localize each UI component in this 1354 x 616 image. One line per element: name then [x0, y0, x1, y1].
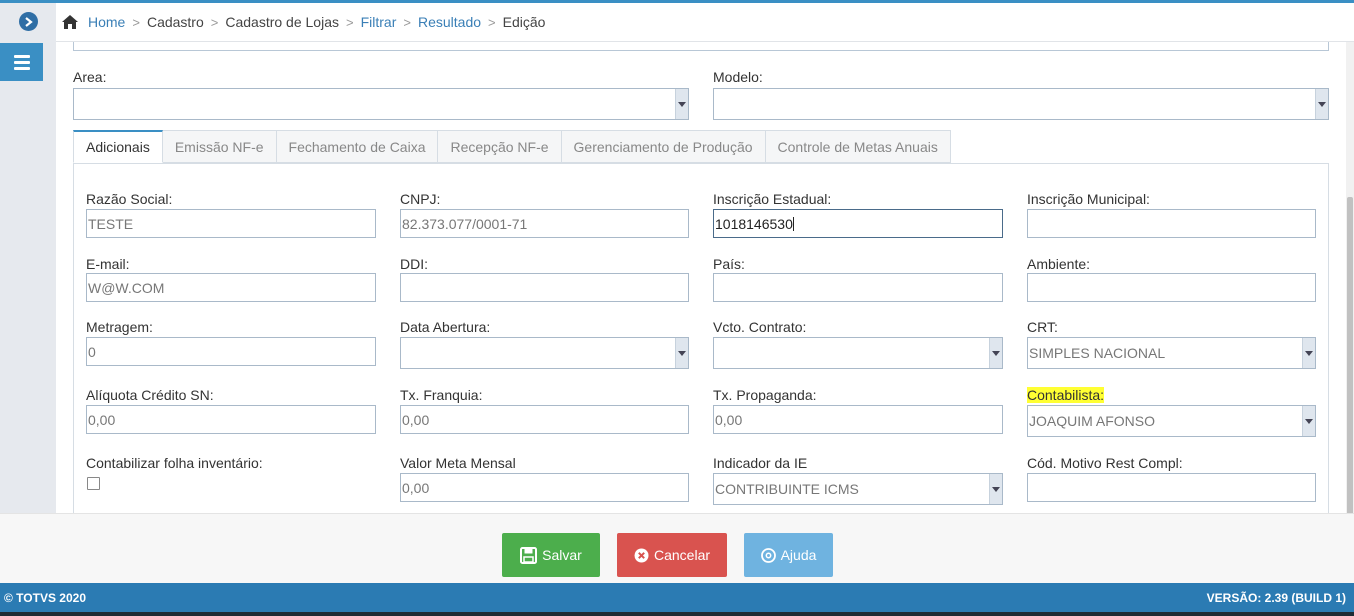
pais-input[interactable]	[713, 273, 1003, 302]
breadcrumb-home[interactable]: Home	[88, 14, 125, 30]
inscricao-estadual-value: 1018146530	[715, 216, 793, 232]
hamburger-menu-icon[interactable]	[0, 43, 43, 81]
tx-franquia-label: Tx. Franquia:	[400, 387, 483, 403]
contabilista-select[interactable]: JOAQUIM AFONSO	[1027, 405, 1316, 437]
valor-meta-mensal-label: Valor Meta Mensal	[400, 455, 516, 471]
chevron-down-icon[interactable]	[675, 89, 688, 119]
floppy-disk-icon	[520, 546, 538, 564]
breadcrumb-separator: >	[132, 14, 140, 30]
chevron-down-icon[interactable]	[1302, 406, 1315, 436]
tab-fechamento-caixa[interactable]: Fechamento de Caixa	[276, 130, 439, 163]
breadcrumb-separator: >	[488, 14, 496, 30]
tab-emissao-nfe[interactable]: Emissão NF-e	[162, 130, 277, 163]
tab-adicionais[interactable]: Adicionais	[73, 130, 163, 163]
chevron-down-icon[interactable]	[989, 338, 1002, 368]
tx-franquia-input[interactable]: 0,00	[400, 405, 689, 434]
bottom-strip	[0, 612, 1354, 616]
metragem-input[interactable]: 0	[86, 337, 376, 366]
inscricao-estadual-label: Inscrição Estadual:	[713, 191, 832, 207]
cnpj-input[interactable]: 82.373.077/0001-71	[400, 209, 689, 238]
breadcrumb: Home > Cadastro > Cadastro de Lojas > Fi…	[56, 3, 1354, 42]
area-select[interactable]	[73, 88, 689, 120]
tx-propaganda-input[interactable]: 0,00	[713, 405, 1003, 434]
cancel-button-label: Cancelar	[653, 547, 711, 563]
expand-sidebar-icon[interactable]	[19, 12, 38, 31]
razao-social-label: Razão Social:	[86, 191, 173, 207]
help-button-label: Ajuda	[780, 547, 817, 563]
inscricao-municipal-label: Inscrição Municipal:	[1027, 191, 1150, 207]
ddi-input[interactable]	[400, 273, 689, 302]
indicador-ie-select[interactable]: CONTRIBUINTE ICMS	[713, 473, 1003, 505]
vertical-scrollbar[interactable]	[1346, 42, 1354, 515]
metragem-label: Metragem:	[86, 319, 153, 335]
home-icon[interactable]	[61, 14, 79, 30]
ddi-label: DDI:	[400, 256, 428, 272]
indicador-ie-label: Indicador da IE	[713, 455, 808, 471]
tab-bar: Adicionais Emissão NF-e Fechamento de Ca…	[73, 130, 951, 163]
area-label: Area:	[73, 69, 107, 85]
indicador-ie-value: CONTRIBUINTE ICMS	[715, 481, 859, 497]
breadcrumb-cadastro-lojas: Cadastro de Lojas	[225, 14, 339, 30]
data-abertura-select[interactable]	[400, 337, 689, 369]
breadcrumb-separator: >	[346, 14, 354, 30]
scrollbar-thumb[interactable]	[1347, 197, 1353, 515]
data-abertura-label: Data Abertura:	[400, 319, 491, 335]
chevron-down-icon[interactable]	[1315, 89, 1328, 119]
help-circle-icon	[760, 547, 776, 563]
chevron-down-icon[interactable]	[1302, 338, 1315, 368]
breadcrumb-separator: >	[403, 14, 411, 30]
cancel-button[interactable]: Cancelar	[617, 533, 727, 577]
cod-motivo-input[interactable]	[1027, 473, 1316, 502]
cnpj-label: CNPJ:	[400, 191, 441, 207]
breadcrumb-separator: >	[210, 14, 219, 30]
contabilista-label: Contabilista:	[1027, 387, 1105, 403]
aliquota-credito-label: Alíquota Crédito SN:	[86, 387, 214, 403]
left-rail	[0, 3, 56, 513]
inscricao-municipal-input[interactable]	[1027, 209, 1316, 238]
help-button[interactable]: Ajuda	[744, 533, 833, 577]
version-text: VERSÃO: 2.39 (BUILD 1)	[1206, 590, 1346, 605]
ambiente-label: Ambiente:	[1027, 256, 1091, 272]
aliquota-credito-input[interactable]: 0,00	[86, 405, 376, 434]
valor-meta-mensal-input[interactable]: 0,00	[400, 473, 689, 502]
vcto-contrato-select[interactable]	[713, 337, 1003, 369]
tab-gerenciamento-producao[interactable]: Gerenciamento de Produção	[561, 130, 766, 163]
cod-motivo-label: Cód. Motivo Rest Compl:	[1027, 455, 1183, 471]
contabilizar-folha-checkbox[interactable]	[87, 477, 100, 490]
crt-label: CRT:	[1027, 319, 1058, 335]
save-button-label: Salvar	[542, 547, 582, 563]
close-circle-icon	[634, 548, 649, 562]
modelo-label: Modelo:	[713, 69, 763, 85]
status-bar: © TOTVS 2020 VERSÃO: 2.39 (BUILD 1)	[0, 583, 1354, 612]
chevron-down-icon[interactable]	[675, 338, 688, 368]
form-content: Area: Modelo: Adicionais Emissão NF-e Fe…	[56, 42, 1346, 513]
breadcrumb-edicao: Edição	[502, 14, 546, 30]
vcto-contrato-label: Vcto. Contrato:	[713, 319, 807, 335]
tx-propaganda-label: Tx. Propaganda:	[713, 387, 817, 403]
ambiente-input[interactable]	[1027, 273, 1316, 302]
contabilizar-folha-label: Contabilizar folha inventário:	[86, 455, 263, 471]
email-input[interactable]: W@W.COM	[86, 273, 376, 302]
tab-controle-metas[interactable]: Controle de Metas Anuais	[765, 130, 951, 163]
crt-value: SIMPLES NACIONAL	[1029, 345, 1166, 361]
copyright-text: © TOTVS 2020	[4, 590, 86, 605]
save-button[interactable]: Salvar	[502, 533, 600, 577]
modelo-select[interactable]	[713, 88, 1329, 120]
tab-recepcao-nfe[interactable]: Recepção NF-e	[438, 130, 562, 163]
razao-social-input[interactable]: TESTE	[86, 209, 376, 238]
pais-label: País:	[713, 256, 745, 272]
breadcrumb-resultado[interactable]: Resultado	[418, 14, 481, 30]
partially-hidden-field[interactable]	[73, 42, 1329, 51]
breadcrumb-cadastro: Cadastro	[146, 14, 204, 30]
inscricao-estadual-input[interactable]: 1018146530	[713, 209, 1003, 238]
email-label: E-mail:	[86, 256, 130, 272]
breadcrumb-filtrar[interactable]: Filtrar	[361, 14, 397, 30]
contabilista-value: JOAQUIM AFONSO	[1029, 413, 1156, 429]
chevron-down-icon[interactable]	[989, 474, 1002, 504]
crt-select[interactable]: SIMPLES NACIONAL	[1027, 337, 1316, 369]
text-cursor	[792, 217, 794, 231]
